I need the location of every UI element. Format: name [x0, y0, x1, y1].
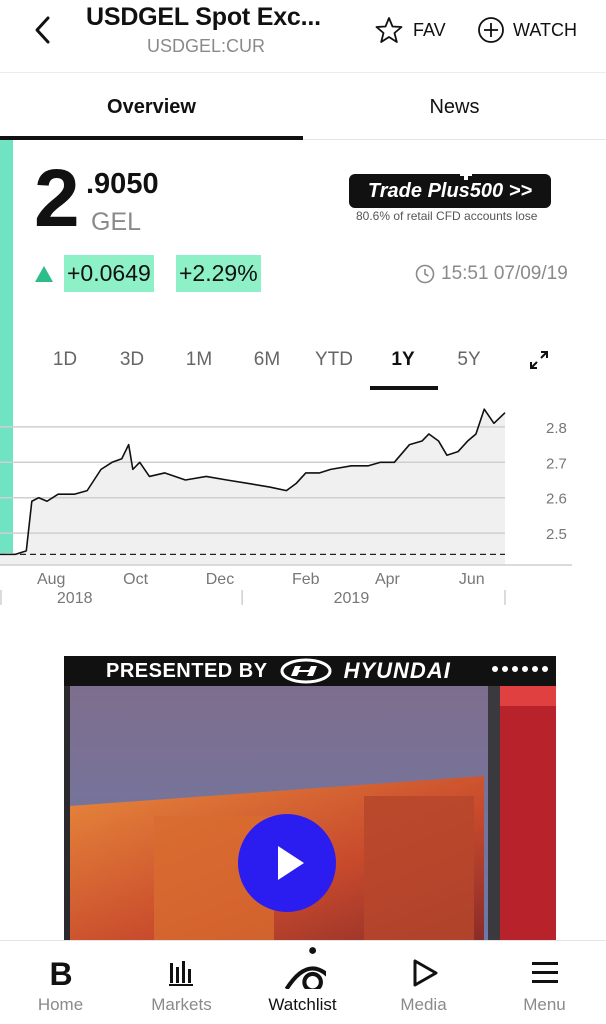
price-chart[interactable]: 2.8 2.7 2.6 2.5 Aug Oct Dec Feb Apr Jun 2018 2019 — [0, 390, 606, 610]
nav-menu[interactable]: Menu — [484, 941, 605, 1024]
chart-y-tick-label: 2.6 — [546, 491, 567, 508]
range-selector: 1D 3D 1M 6M YTD 1Y 5Y — [0, 330, 606, 390]
nav-markets[interactable]: Markets — [121, 941, 242, 1024]
range-1y[interactable]: 1Y — [370, 330, 436, 390]
price-decimal: .9050 — [86, 168, 159, 200]
play-button[interactable] — [238, 814, 336, 912]
chart-y-tick-label: 2.7 — [546, 455, 567, 472]
app-header: USDGEL Spot Exc... USDGEL:CUR FAV WATCH — [0, 0, 606, 72]
hamburger-icon — [532, 962, 558, 983]
page-title: USDGEL Spot Exc... — [86, 3, 321, 31]
plus-circle-icon — [478, 17, 504, 43]
nav-media[interactable]: Media — [363, 941, 484, 1024]
nav-markets-label: Markets — [151, 995, 212, 1014]
video-player[interactable]: PRESENTED BY HYUNDAI — [64, 656, 556, 940]
tab-bar: Overview News — [0, 72, 606, 140]
fav-label: FAV — [413, 19, 446, 40]
nav-menu-label: Menu — [523, 995, 566, 1014]
chart-y-tick-label: 2.8 — [546, 420, 567, 437]
bloomberg-b-icon: B — [49, 957, 72, 989]
presented-by-text: PRESENTED BY — [106, 659, 268, 682]
chart-x-tick-label: Oct — [123, 571, 148, 588]
chart-x-tick-label: Aug — [37, 571, 65, 588]
quote-timestamp: 15:51 07/09/19 — [415, 262, 568, 286]
chart-area-fill — [0, 409, 505, 565]
range-1d[interactable]: 1D — [32, 330, 98, 390]
nav-watchlist-label: Watchlist — [268, 995, 337, 1014]
star-icon — [375, 17, 403, 43]
currency-label: GEL — [91, 208, 142, 236]
change-absolute: +0.0649 — [64, 255, 154, 292]
watchlist-eye-icon — [284, 947, 326, 989]
plus500-ad-button[interactable]: Trade Plus500 >> — [349, 174, 551, 208]
price-integer: 2 — [34, 153, 80, 244]
chart-x-tick-label: Jun — [459, 571, 485, 588]
play-icon — [278, 846, 304, 880]
nav-home[interactable]: B Home — [0, 941, 121, 1024]
clock-icon — [415, 264, 435, 284]
ad-disclaimer: 80.6% of retail CFD accounts lose — [356, 209, 538, 223]
chart-y-tick-label: 2.5 — [546, 526, 567, 543]
chart-x-tick-label: Feb — [292, 571, 320, 588]
back-button[interactable] — [30, 14, 60, 46]
range-1m[interactable]: 1M — [166, 330, 232, 390]
watch-button[interactable]: WATCH — [477, 15, 577, 45]
timestamp-text: 15:51 07/09/19 — [441, 263, 568, 284]
range-5y[interactable]: 5Y — [436, 330, 502, 390]
svg-text:B: B — [49, 957, 72, 989]
range-3d[interactable]: 3D — [99, 330, 165, 390]
watch-label: WATCH — [513, 19, 577, 40]
sponsor-name: HYUNDAI — [343, 658, 451, 683]
change-percent: +2.29% — [176, 255, 261, 292]
video-sponsor-banner: PRESENTED BY HYUNDAI — [64, 656, 556, 686]
chart-x-tick-label: Dec — [206, 571, 234, 588]
chart-x-tick-label: Apr — [375, 571, 401, 588]
tab-news[interactable]: News — [303, 73, 606, 141]
nav-media-label: Media — [400, 995, 447, 1014]
tab-overview[interactable]: Overview — [0, 73, 303, 141]
fav-button[interactable]: FAV — [375, 15, 446, 45]
range-ytd[interactable]: YTD — [301, 330, 367, 390]
active-tab-indicator — [0, 136, 303, 140]
chevron-left-icon — [35, 16, 50, 44]
banner-dots — [492, 666, 548, 672]
hyundai-logo-icon — [280, 658, 332, 684]
nav-watchlist[interactable]: Watchlist — [242, 941, 363, 1024]
play-outline-icon — [413, 959, 438, 987]
chart-year-label: 2019 — [334, 590, 370, 607]
nav-home-label: Home — [37, 995, 84, 1014]
range-6m[interactable]: 6M — [234, 330, 300, 390]
chart-year-label: 2018 — [57, 590, 93, 607]
ticker-symbol: USDGEL:CUR — [147, 36, 266, 56]
expand-icon[interactable] — [527, 348, 551, 372]
plus-logo-icon — [460, 168, 472, 180]
up-triangle-icon — [35, 266, 53, 282]
bottom-nav: B Home Markets Watchlist Media Menu — [0, 940, 606, 1024]
markets-bars-icon — [169, 961, 193, 986]
